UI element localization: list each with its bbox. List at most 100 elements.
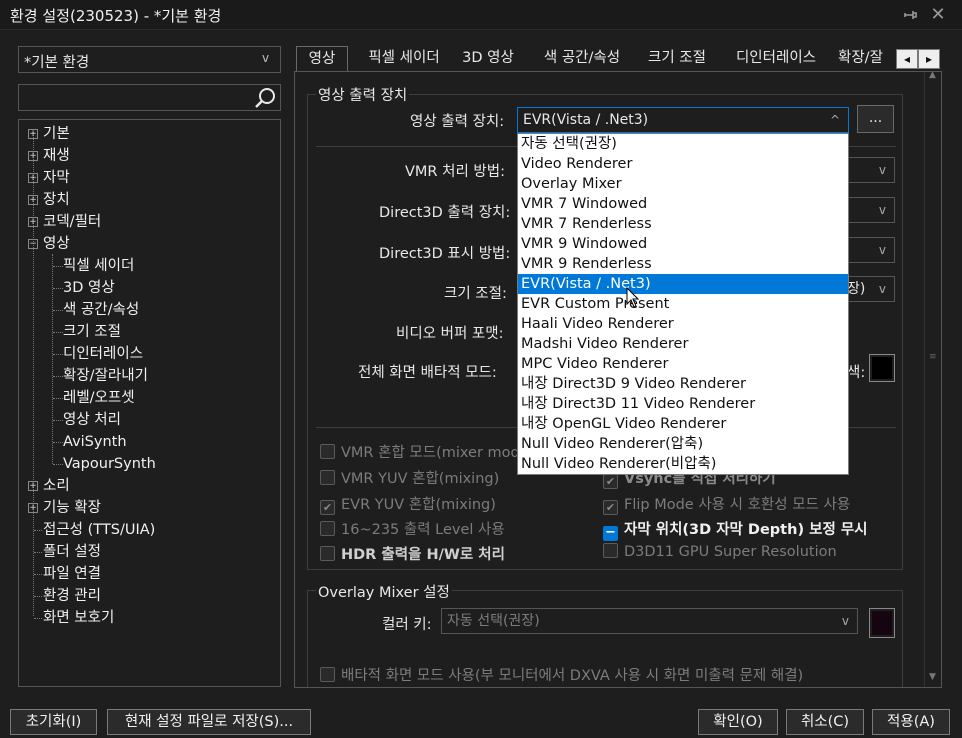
output-device-label: 영상 출력 장치: — [410, 114, 505, 130]
color-swatch-button[interactable] — [869, 354, 895, 382]
dropdown-option[interactable]: Madshi Video Renderer — [518, 334, 848, 354]
dropdown-option[interactable]: VMR 9 Renderless — [518, 254, 848, 274]
color-key-combo[interactable]: 자동 선택(권장) v — [441, 608, 858, 634]
d3d-output-label: Direct3D 출력 장치: — [379, 205, 511, 221]
close-icon[interactable]: ✕ — [926, 3, 950, 27]
settings-tree[interactable]: + 기본 + 재생 + 자막 + 장치 + 코덱/필터 − 영상 픽셀 세이더 3D 영상 … — [18, 119, 281, 687]
checkbox-icon — [320, 521, 335, 536]
tab-color-space[interactable]: 색 공간/속성 — [530, 46, 634, 72]
apply-button[interactable]: 적용(A) — [872, 709, 950, 735]
hdr-hw-checkbox[interactable]: HDR 출력을 H/W로 처리 — [320, 543, 505, 564]
tab-scroll-right-icon[interactable]: ▸ — [918, 49, 940, 69]
checkmark-icon: ✔ — [320, 500, 335, 515]
tree-item-accessibility[interactable]: 접근성 (TTS/UIA) — [43, 519, 155, 541]
dropdown-option[interactable]: Null Video Renderer(비압축) — [518, 454, 848, 474]
vmr-mixer-mode-checkbox[interactable]: VMR 혼합 모드(mixer mod — [320, 441, 520, 462]
vmr-method-combo[interactable]: v — [845, 157, 895, 183]
tree-item-extensions[interactable]: + 기능 확장 — [19, 497, 269, 519]
tree-item-screensaver[interactable]: 화면 보호기 — [43, 607, 114, 629]
level-16-235-checkbox[interactable]: 16~235 출력 Level 사용 — [320, 518, 505, 539]
output-device-combo[interactable]: EVR(Vista / .Net3) ^ — [517, 107, 849, 133]
scale-label: 크기 조절: — [444, 286, 507, 302]
search-input[interactable] — [18, 84, 281, 111]
tree-item-playback[interactable]: + 재생 — [19, 145, 269, 167]
checkmark-icon: ✔ — [603, 500, 618, 515]
reset-button[interactable]: 초기화(I) — [10, 709, 97, 735]
output-device-more-button[interactable]: ... — [857, 105, 894, 133]
mouse-cursor-icon — [626, 286, 640, 313]
tree-item-deinterlace[interactable]: 디인터레이스 — [63, 343, 143, 365]
dropdown-option[interactable]: 내장 OpenGL Video Renderer — [518, 414, 848, 434]
chevron-down-icon: v — [262, 51, 270, 65]
tree-item-audio[interactable]: + 소리 — [19, 475, 269, 497]
dropdown-option[interactable]: MPC Video Renderer — [518, 354, 848, 374]
d3d11-super-resolution-checkbox[interactable]: D3D11 GPU Super Resolution — [603, 543, 837, 560]
color-key-swatch-button[interactable] — [869, 608, 895, 638]
tree-item-3d-video[interactable]: 3D 영상 — [63, 277, 115, 299]
output-group-title: 영상 출력 장치 — [316, 84, 410, 105]
vmr-method-label: VMR 처리 방법: — [405, 164, 505, 180]
evr-yuv-mixing-checkbox[interactable]: ✔ EVR YUV 혼합(mixing) — [320, 493, 496, 515]
exclusive-mode-checkbox[interactable]: 배타적 화면 모드 사용(부 모니터에서 DXVA 사용 시 화면 미출력 문제… — [320, 664, 803, 685]
subtitle-depth-checkbox[interactable]: − 자막 위치(3D 자막 Depth) 보정 무시 — [603, 518, 868, 541]
tab-3d-video[interactable]: 3D 영상 — [454, 46, 522, 72]
panel-scrollbar[interactable]: ▲ ≡ ▼ — [924, 70, 941, 687]
dropdown-option-selected[interactable]: EVR(Vista / .Net3) — [518, 274, 848, 294]
dropdown-option[interactable]: Video Renderer — [518, 154, 848, 174]
tree-item-subtitles[interactable]: + 자막 — [19, 167, 269, 189]
tree-item-pixel-shader[interactable]: 픽셀 세이더 — [63, 255, 134, 277]
tab-deinterlace[interactable]: 디인터레이스 — [726, 46, 826, 72]
d3d-present-combo[interactable]: v — [845, 237, 895, 263]
indeterminate-icon: − — [603, 526, 618, 541]
tab-crop[interactable]: 확장/잘 — [838, 46, 896, 72]
color-label: 색: — [847, 365, 866, 381]
tab-resize[interactable]: 크기 조절 — [640, 46, 714, 72]
tree-item-file-assoc[interactable]: 파일 연결 — [43, 563, 101, 585]
dropdown-option[interactable]: VMR 9 Windowed — [518, 234, 848, 254]
chevron-up-icon: ^ — [829, 113, 840, 127]
ok-button[interactable]: 확인(O) — [698, 709, 778, 735]
tree-item-level[interactable]: 레벨/오프셋 — [63, 387, 135, 409]
tree-item-video[interactable]: − 영상 — [19, 233, 269, 255]
window-title: 환경 설정(230523) - *기본 환경 — [10, 7, 222, 25]
tree-item-vapoursynth[interactable]: VapourSynth — [63, 453, 156, 475]
pin-icon[interactable] — [898, 3, 922, 27]
tab-video[interactable]: 영상 — [296, 46, 348, 72]
dropdown-option[interactable]: Haali Video Renderer — [518, 314, 848, 334]
dropdown-option[interactable]: Overlay Mixer — [518, 174, 848, 194]
cancel-button[interactable]: 취소(C) — [786, 709, 864, 735]
dropdown-option[interactable]: 내장 Direct3D 11 Video Renderer — [518, 394, 848, 414]
tree-item-env-manage[interactable]: 환경 관리 — [43, 585, 101, 607]
tree-item-codec[interactable]: + 코덱/필터 — [19, 211, 269, 233]
output-device-dropdown-list[interactable]: 자동 선택(권장) Video Renderer Overlay Mixer V… — [517, 133, 849, 475]
tree-item-basic[interactable]: + 기본 — [19, 123, 269, 145]
tree-item-avisynth[interactable]: AviSynth — [63, 431, 127, 453]
dropdown-option[interactable]: EVR Custom Present — [518, 294, 848, 314]
tree-item-crop[interactable]: 확장/잘라내기 — [63, 365, 148, 387]
checkbox-icon — [320, 546, 335, 561]
checkmark-icon: ✔ — [603, 474, 618, 489]
dropdown-option[interactable]: VMR 7 Renderless — [518, 214, 848, 234]
output-device-value: EVR(Vista / .Net3) — [523, 112, 649, 128]
checkbox-icon — [320, 444, 335, 459]
d3d-output-combo[interactable]: v — [845, 197, 895, 223]
dropdown-option[interactable]: VMR 7 Windowed — [518, 194, 848, 214]
save-current-button[interactable]: 현재 설정 파일로 저장(S)... — [107, 709, 311, 735]
tree-item-color-space[interactable]: 색 공간/속성 — [63, 299, 139, 321]
tree-item-processing[interactable]: 영상 처리 — [63, 409, 121, 431]
dropdown-option[interactable]: Null Video Renderer(압축) — [518, 434, 848, 454]
flip-mode-compat-checkbox[interactable]: ✔ Flip Mode 사용 시 호환성 모드 사용 — [603, 493, 850, 515]
profile-value: *기본 환경 — [24, 55, 90, 71]
scale-combo[interactable]: 장) v — [845, 276, 895, 302]
fullscreen-exclusive-label: 전체 화면 배타적 모드: — [358, 365, 497, 381]
dropdown-option[interactable]: 자동 선택(권장) — [518, 134, 848, 154]
dropdown-option[interactable]: 내장 Direct3D 9 Video Renderer — [518, 374, 848, 394]
tab-scroll-left-icon[interactable]: ◂ — [896, 49, 918, 69]
tree-item-devices[interactable]: + 장치 — [19, 189, 269, 211]
tab-pixel-shader[interactable]: 픽셀 세이더 — [354, 46, 454, 72]
tree-item-folders[interactable]: 폴더 설정 — [43, 541, 101, 563]
profile-combo[interactable]: *기본 환경 v — [18, 46, 281, 73]
vmr-yuv-mixing-checkbox[interactable]: VMR YUV 혼합(mixing) — [320, 467, 499, 488]
search-icon[interactable] — [253, 86, 277, 114]
tree-item-resize[interactable]: 크기 조절 — [63, 321, 121, 343]
